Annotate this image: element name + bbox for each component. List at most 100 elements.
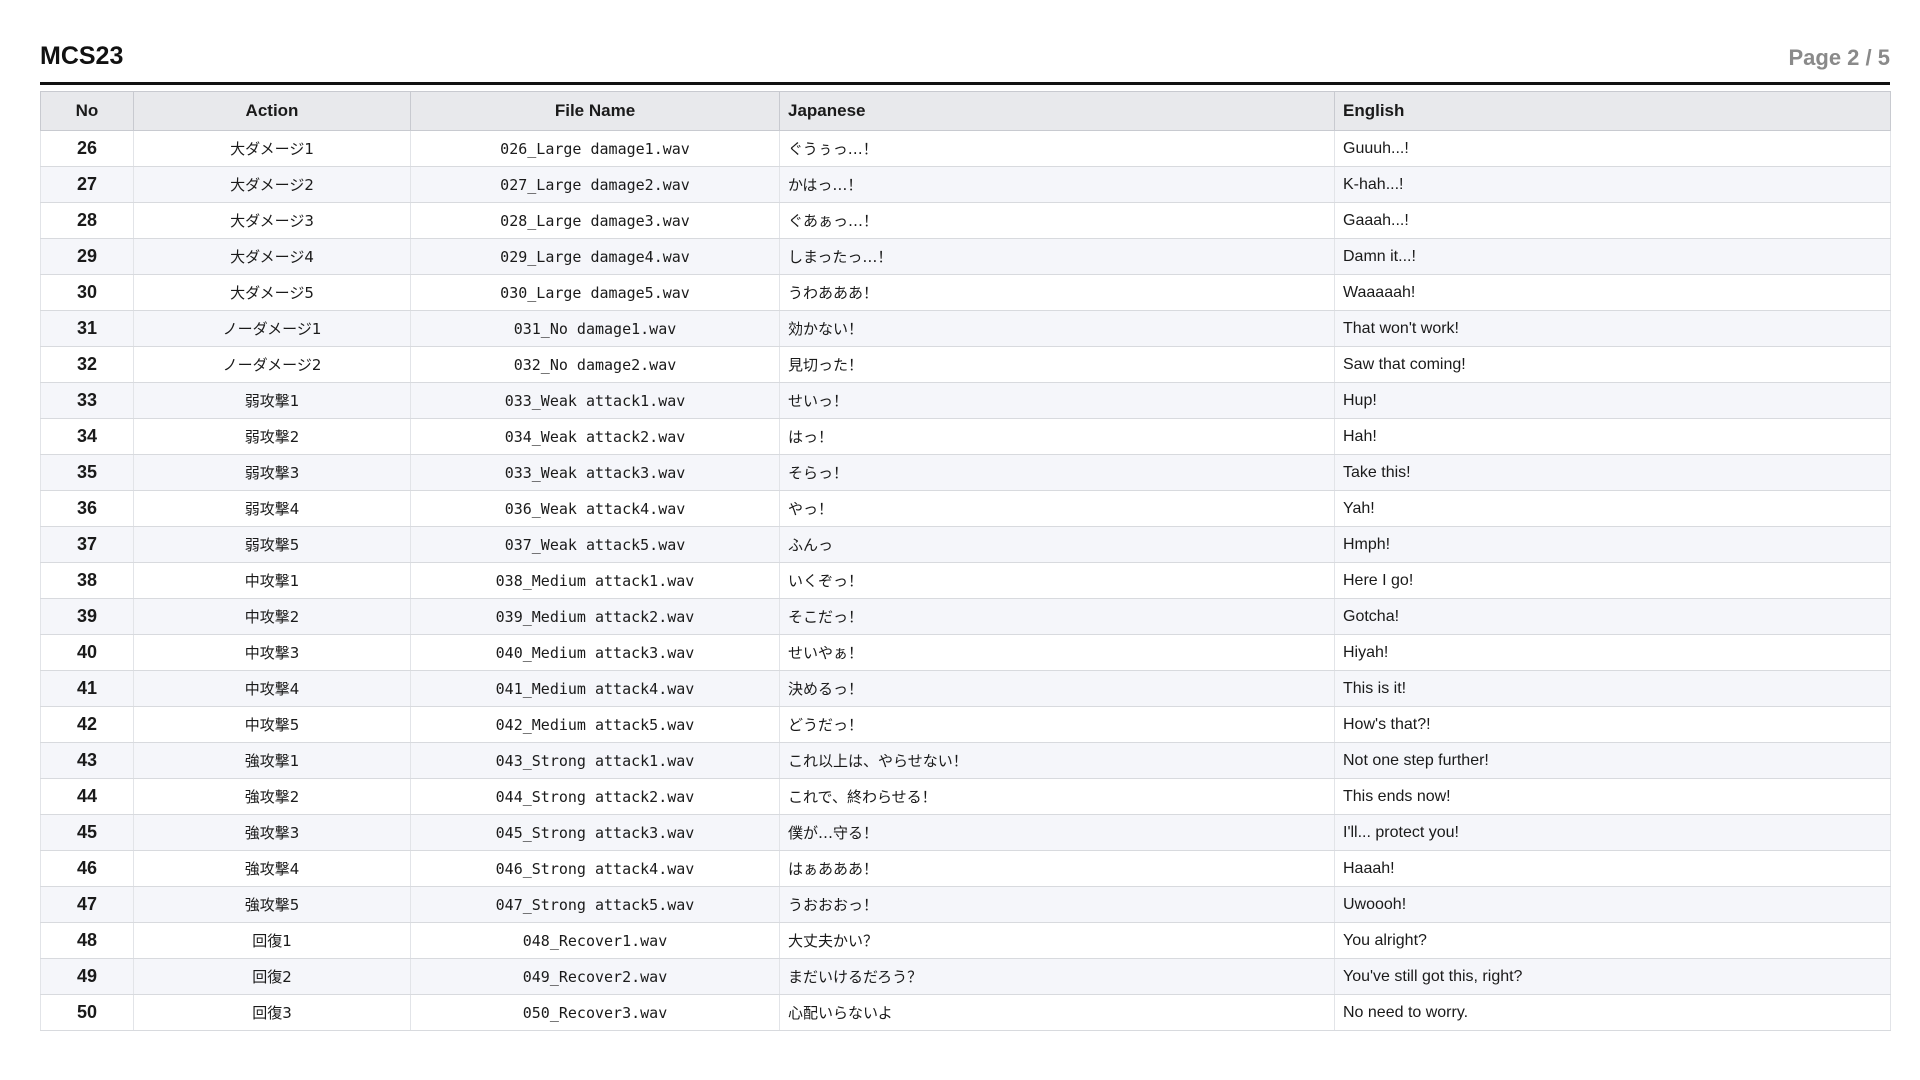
table-row: 35 弱攻撃3 033_Weak attack3.wav そらっ！ Take this!: [40, 454, 1891, 491]
cell-no: 42: [40, 706, 134, 743]
table-row: 27 大ダメージ2 027_Large damage2.wav かはっ…！ K-hah.…: [40, 166, 1891, 203]
cell-english: Uwoooh!: [1334, 886, 1891, 923]
cell-english: Hah!: [1334, 418, 1891, 455]
cell-file-name: 047_Strong attack5.wav: [410, 886, 780, 923]
cell-no: 27: [40, 166, 134, 203]
cell-action: ノーダメージ2: [133, 346, 411, 383]
cell-japanese: うおおおっ！: [779, 886, 1335, 923]
cell-action: 中攻撃4: [133, 670, 411, 707]
cell-file-name: 031_No damage1.wav: [410, 310, 780, 347]
header-action: Action: [133, 91, 411, 131]
cell-english: That won't work!: [1334, 310, 1891, 347]
cell-english: Gotcha!: [1334, 598, 1891, 635]
cell-no: 34: [40, 418, 134, 455]
cell-no: 26: [40, 130, 134, 167]
voice-lines-table: No Action File Name Japanese English 26 大…: [40, 91, 1891, 1031]
cell-japanese: しまったっ…！: [779, 238, 1335, 275]
table-row: 41 中攻撃4 041_Medium attack4.wav 決めるっ！ This is…: [40, 670, 1891, 707]
cell-no: 29: [40, 238, 134, 275]
cell-action: 強攻撃4: [133, 850, 411, 887]
cell-japanese: せいやぁ！: [779, 634, 1335, 671]
cell-english: This ends now!: [1334, 778, 1891, 815]
cell-japanese: ふんっ: [779, 526, 1335, 563]
table-row: 40 中攻撃3 040_Medium attack3.wav せいやぁ！ Hiyah!: [40, 634, 1891, 671]
table-row: 37 弱攻撃5 037_Weak attack5.wav ふんっ Hmph!: [40, 526, 1891, 563]
cell-file-name: 030_Large damage5.wav: [410, 274, 780, 311]
cell-action: 強攻撃3: [133, 814, 411, 851]
table-row: 49 回復2 049_Recover2.wav まだいけるだろう？ You've sti…: [40, 958, 1891, 995]
table-header-row: No Action File Name Japanese English: [40, 91, 1891, 131]
cell-action: 大ダメージ1: [133, 130, 411, 167]
cell-file-name: 046_Strong attack4.wav: [410, 850, 780, 887]
cell-file-name: 043_Strong attack1.wav: [410, 742, 780, 779]
cell-english: Gaaah...!: [1334, 202, 1891, 239]
page-indicator: Page 2 / 5: [1788, 45, 1890, 70]
cell-file-name: 041_Medium attack4.wav: [410, 670, 780, 707]
cell-file-name: 026_Large damage1.wav: [410, 130, 780, 167]
cell-file-name: 037_Weak attack5.wav: [410, 526, 780, 563]
header-english: English: [1334, 91, 1891, 131]
cell-file-name: 028_Large damage3.wav: [410, 202, 780, 239]
document-title: MCS23: [40, 42, 124, 70]
cell-japanese: いくぞっ！: [779, 562, 1335, 599]
table-row: 36 弱攻撃4 036_Weak attack4.wav やっ！ Yah!: [40, 490, 1891, 527]
cell-english: Waaaaah!: [1334, 274, 1891, 311]
cell-file-name: 029_Large damage4.wav: [410, 238, 780, 275]
cell-japanese: 決めるっ！: [779, 670, 1335, 707]
cell-action: 中攻撃5: [133, 706, 411, 743]
cell-no: 37: [40, 526, 134, 563]
table-row: 45 強攻撃3 045_Strong attack3.wav 僕が…守る！ I'll..…: [40, 814, 1891, 851]
table-row: 50 回復3 050_Recover3.wav 心配いらないよ No need to w…: [40, 994, 1891, 1031]
table-row: 39 中攻撃2 039_Medium attack2.wav そこだっ！ Gotcha!: [40, 598, 1891, 635]
document-page: MCS23 Page 2 / 5 No Action File Name Jap…: [40, 0, 1891, 1031]
cell-english: You alright?: [1334, 922, 1891, 959]
cell-japanese: やっ！: [779, 490, 1335, 527]
cell-action: 大ダメージ3: [133, 202, 411, 239]
header-file-name: File Name: [410, 91, 780, 131]
cell-english: Here I go!: [1334, 562, 1891, 599]
cell-file-name: 032_No damage2.wav: [410, 346, 780, 383]
cell-action: 弱攻撃1: [133, 382, 411, 419]
table-row: 31 ノーダメージ1 031_No damage1.wav 効かない！ That won…: [40, 310, 1891, 347]
cell-no: 32: [40, 346, 134, 383]
cell-action: 弱攻撃3: [133, 454, 411, 491]
cell-file-name: 036_Weak attack4.wav: [410, 490, 780, 527]
cell-japanese: どうだっ！: [779, 706, 1335, 743]
cell-japanese: そこだっ！: [779, 598, 1335, 635]
cell-japanese: せいっ！: [779, 382, 1335, 419]
cell-file-name: 045_Strong attack3.wav: [410, 814, 780, 851]
table-row: 48 回復1 048_Recover1.wav 大丈夫かい？ You alright?: [40, 922, 1891, 959]
cell-no: 49: [40, 958, 134, 995]
cell-english: How's that?!: [1334, 706, 1891, 743]
header-no: No: [40, 91, 134, 131]
cell-no: 30: [40, 274, 134, 311]
cell-japanese: かはっ…！: [779, 166, 1335, 203]
cell-action: 強攻撃5: [133, 886, 411, 923]
cell-file-name: 034_Weak attack2.wav: [410, 418, 780, 455]
cell-file-name: 050_Recover3.wav: [410, 994, 780, 1031]
cell-english: Take this!: [1334, 454, 1891, 491]
cell-english: Hmph!: [1334, 526, 1891, 563]
cell-action: 大ダメージ5: [133, 274, 411, 311]
cell-file-name: 033_Weak attack1.wav: [410, 382, 780, 419]
cell-no: 41: [40, 670, 134, 707]
cell-file-name: 042_Medium attack5.wav: [410, 706, 780, 743]
cell-action: 回復3: [133, 994, 411, 1031]
table-row: 28 大ダメージ3 028_Large damage3.wav ぐあぁっ…！ Gaaah…: [40, 202, 1891, 239]
cell-action: 弱攻撃5: [133, 526, 411, 563]
cell-english: Guuuh...!: [1334, 130, 1891, 167]
cell-action: 中攻撃1: [133, 562, 411, 599]
cell-action: 中攻撃2: [133, 598, 411, 635]
cell-no: 48: [40, 922, 134, 959]
cell-action: 回復2: [133, 958, 411, 995]
cell-file-name: 044_Strong attack2.wav: [410, 778, 780, 815]
cell-japanese: これで、終わらせる！: [779, 778, 1335, 815]
cell-japanese: 見切った！: [779, 346, 1335, 383]
cell-action: 強攻撃2: [133, 778, 411, 815]
cell-english: This is it!: [1334, 670, 1891, 707]
cell-no: 28: [40, 202, 134, 239]
cell-japanese: うわあああ！: [779, 274, 1335, 311]
cell-no: 40: [40, 634, 134, 671]
cell-english: Damn it...!: [1334, 238, 1891, 275]
cell-japanese: 大丈夫かい？: [779, 922, 1335, 959]
